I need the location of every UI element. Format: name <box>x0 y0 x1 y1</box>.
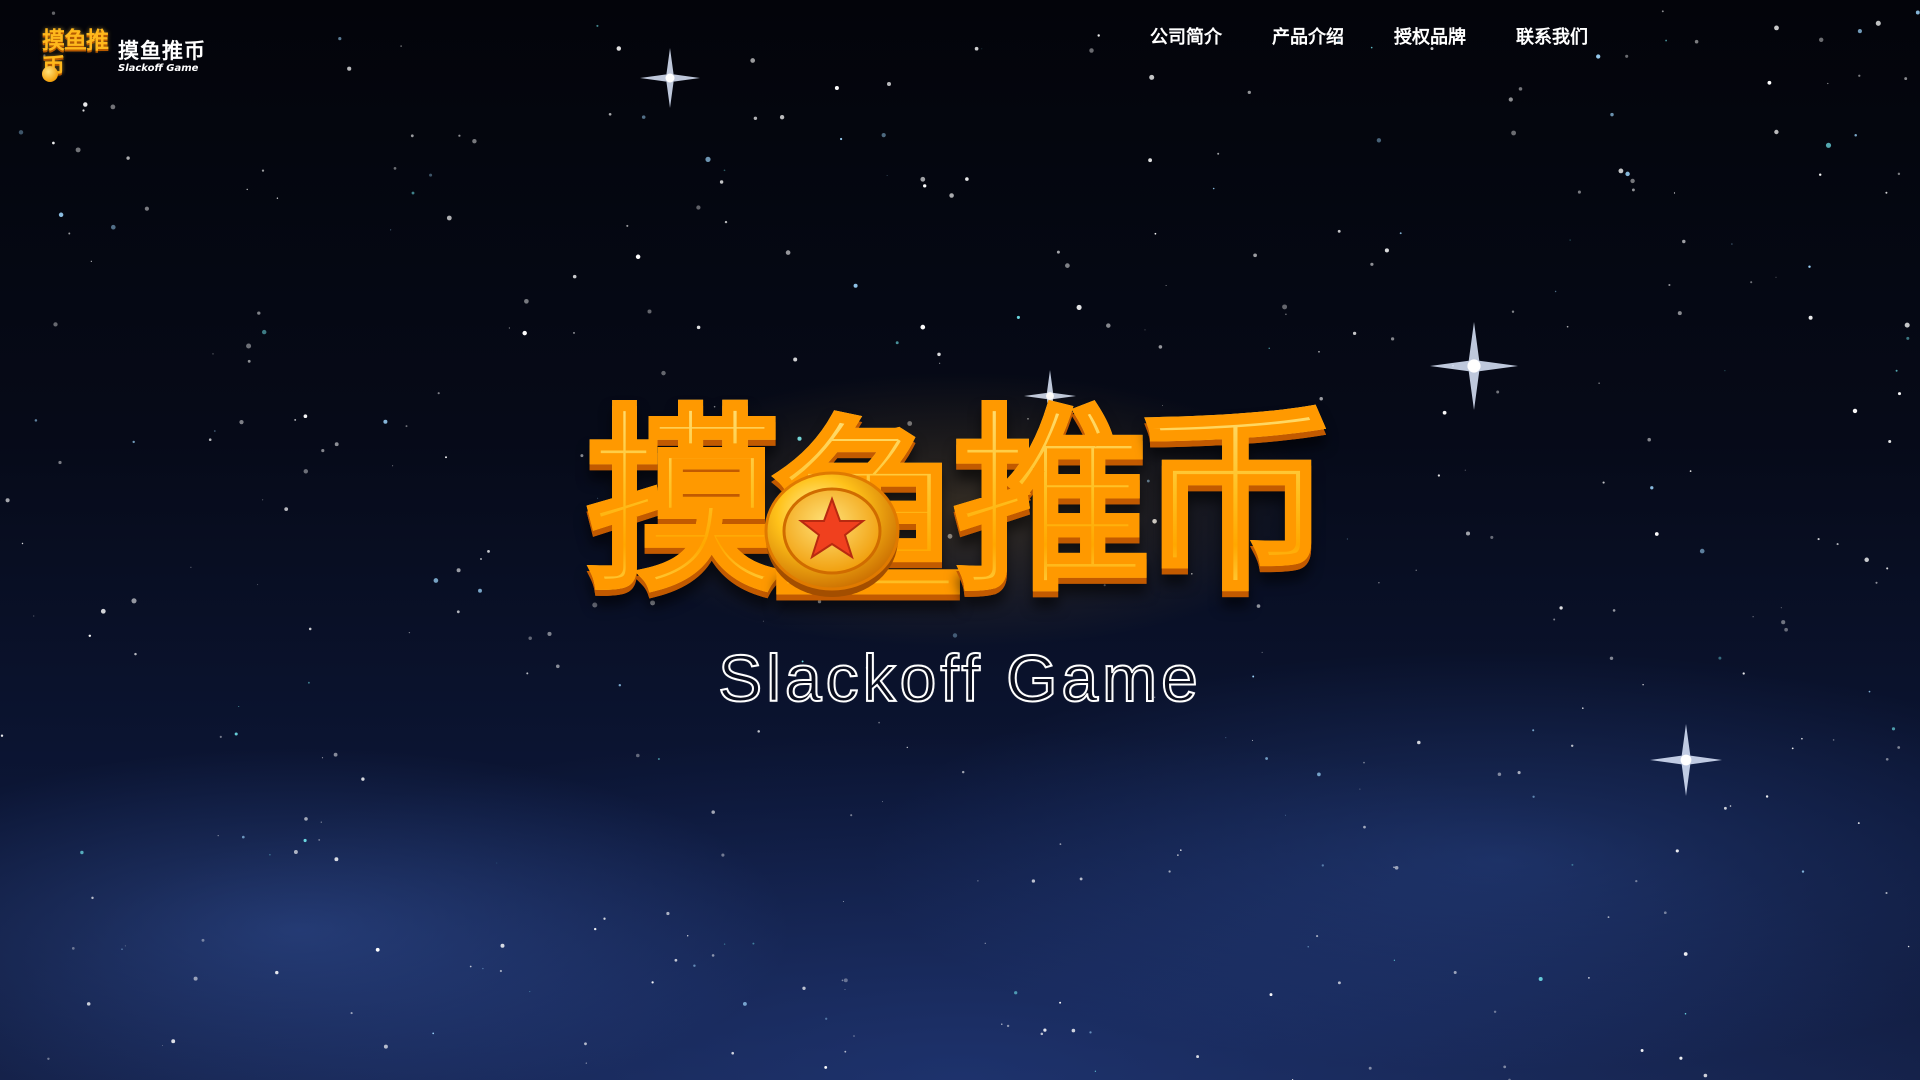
gold-coin-star-icon <box>764 471 900 597</box>
hero-title-char-4: 币 <box>1136 389 1337 617</box>
page-background: 摸鱼推币 摸鱼推币 Slackoff Game 公司简介 产品介绍 授权品牌 联… <box>0 0 1920 1080</box>
hero-title-char-3: 推 <box>951 389 1152 617</box>
hero-section: 摸 鱼 推 币 Slackoff Game <box>0 0 1920 1080</box>
hero-title-char-1: 摸 <box>583 389 784 617</box>
hero-title-logo: 摸 鱼 推 币 <box>510 378 1410 628</box>
hero-subtitle: Slackoff Game <box>717 640 1202 716</box>
